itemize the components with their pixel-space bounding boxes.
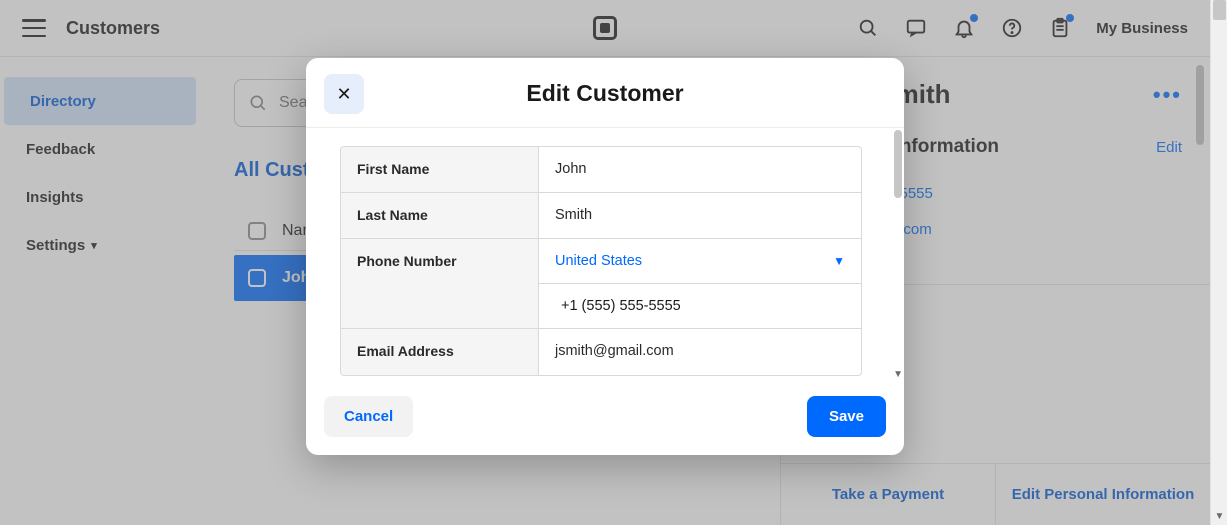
input-first-name[interactable]: John xyxy=(539,147,861,192)
form-table: First Name John Last Name Smith Phone Nu… xyxy=(340,146,862,376)
save-button[interactable]: Save xyxy=(807,396,886,437)
input-phone[interactable]: +1 (555) 555-5555 xyxy=(539,284,861,328)
modal-scrollbar[interactable] xyxy=(894,130,902,198)
input-last-name[interactable]: Smith xyxy=(539,193,861,238)
cancel-button[interactable]: Cancel xyxy=(324,396,413,437)
country-value: United States xyxy=(555,253,642,269)
scroll-down-arrow-icon[interactable]: ▼ xyxy=(1211,508,1227,525)
label-first-name: First Name xyxy=(341,147,539,192)
label-last-name: Last Name xyxy=(341,193,539,238)
label-phone: Phone Number xyxy=(341,239,539,328)
input-email[interactable]: jsmith@gmail.com xyxy=(539,329,861,375)
window-scrollbar[interactable]: ▲ ▼ xyxy=(1210,0,1227,525)
chevron-down-icon: ▼ xyxy=(833,254,845,268)
modal-title: Edit Customer xyxy=(526,80,683,107)
scroll-down-arrow-icon[interactable]: ▼ xyxy=(893,369,903,380)
scroll-thumb[interactable] xyxy=(1213,0,1226,20)
close-icon[interactable]: ✕ xyxy=(324,74,364,114)
label-email: Email Address xyxy=(341,329,539,375)
country-select[interactable]: United States ▼ xyxy=(539,239,861,284)
edit-customer-modal: ✕ Edit Customer ▼ First Name John Last N… xyxy=(306,58,904,455)
